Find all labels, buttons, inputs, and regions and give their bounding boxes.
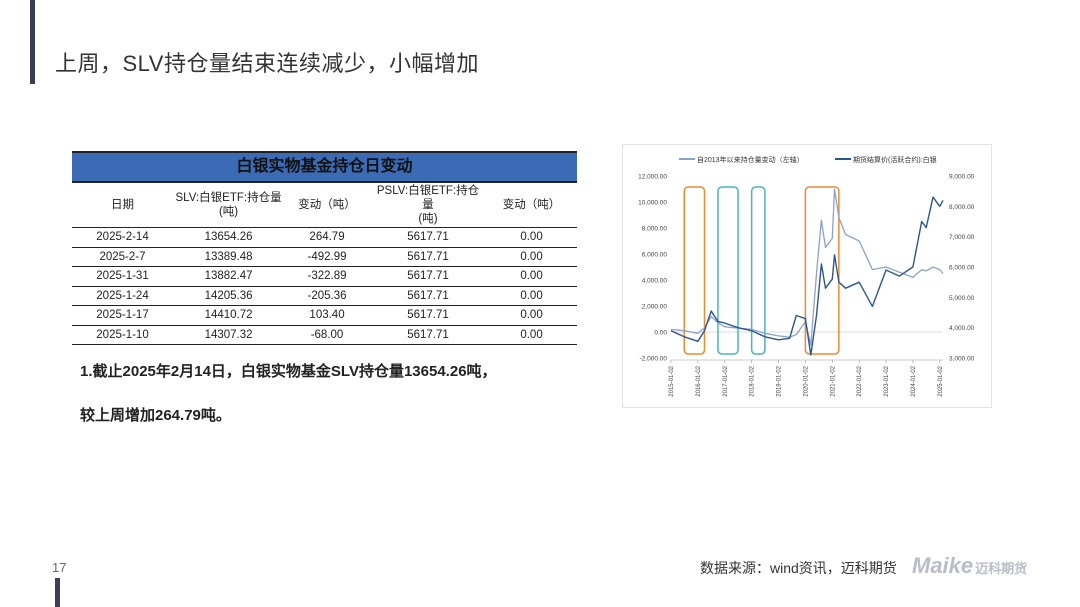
cell-slv-holding: 14205.36 <box>173 286 285 306</box>
holdings-price-chart: 自2013年以来持仓量变动（左轴） 期货结算价(活跃合约):白银 -2,000.… <box>622 144 992 408</box>
legend-label-price: 期货结算价(活跃合约):白银 <box>853 155 937 164</box>
logo-cn-name: 迈科期货 <box>975 561 1028 576</box>
cell-pslv-holding: 5617.71 <box>369 325 487 345</box>
cell-pslv-change: 0.00 <box>486 266 577 287</box>
cell-pslv-holding: 5617.71 <box>369 247 487 267</box>
y-left-tick-label: -2,000.00 <box>640 356 668 363</box>
y-left-tick-label: 6,000.00 <box>642 252 668 259</box>
x-tick-label: 2023-01-02 <box>884 365 890 396</box>
series-line-holdings <box>670 188 944 346</box>
cell-slv-change: 103.40 <box>284 305 370 326</box>
y-left-tick-label: 8,000.00 <box>642 226 668 233</box>
cell-date: 2025-1-17 <box>72 305 173 326</box>
cell-date: 2025-1-24 <box>72 286 173 306</box>
title-accent-bar <box>30 0 35 84</box>
cell-slv-holding: 14410.72 <box>173 305 285 326</box>
cell-slv-holding: 13389.48 <box>173 247 285 267</box>
x-tick-label: 2024-01-02 <box>911 365 917 396</box>
cell-slv-change: -205.36 <box>284 286 370 306</box>
cell-pslv-change: 0.00 <box>486 286 577 306</box>
x-tick-label: 2017-01-02 <box>723 365 729 396</box>
cell-pslv-holding: 5617.71 <box>369 266 487 287</box>
x-tick-label: 2021-01-02 <box>830 365 836 396</box>
footer-accent-bar <box>55 578 60 607</box>
chart-svg: 自2013年以来持仓量变动（左轴） 期货结算价(活跃合约):白银 -2,000.… <box>638 155 975 397</box>
highlight-box <box>750 186 766 355</box>
company-logo: Maike 迈科期货 <box>912 553 1027 579</box>
summary-line-1: 1.截止2025年2月14日，白银实物基金SLV持仓量13654.26吨， <box>80 363 497 380</box>
cell-pslv-change: 0.00 <box>486 227 577 248</box>
table-header-row: 日期 SLV:白银ETF:持仓量 (吨) 变动（吨） PSLV:白银ETF:持仓… <box>72 183 577 228</box>
table-row: 2025-2-7 13389.48 -492.99 5617.71 0.00 <box>72 247 577 267</box>
x-tick-label: 2018-01-02 <box>750 365 756 396</box>
series-line-price <box>670 196 944 356</box>
table-title: 白银实物基金持仓日变动 <box>72 151 577 183</box>
cell-slv-change: -492.99 <box>284 247 370 267</box>
cell-pslv-holding: 5617.71 <box>369 227 487 248</box>
highlight-box <box>683 186 706 355</box>
cell-pslv-change: 0.00 <box>486 325 577 345</box>
cell-pslv-change: 0.00 <box>486 247 577 267</box>
cell-slv-change: -322.89 <box>284 266 370 287</box>
cell-date: 2025-1-10 <box>72 325 173 345</box>
table-row: 2025-1-31 13882.47 -322.89 5617.71 0.00 <box>72 266 577 287</box>
highlight-box <box>717 186 739 355</box>
y-right-tick-label: 8,000.00 <box>949 204 975 211</box>
cell-date: 2025-2-7 <box>72 247 173 267</box>
header-pslv-holding: PSLV:白银ETF:持仓量 (吨) <box>369 183 487 228</box>
data-source: 数据来源：wind资讯，迈科期货 <box>700 560 897 576</box>
cell-pslv-change: 0.00 <box>486 305 577 326</box>
y-left-tick-label: 4,000.00 <box>642 278 668 285</box>
summary-line-2: 较上周增加264.79吨。 <box>80 407 231 424</box>
header-slv-holding: SLV:白银ETF:持仓量 (吨) <box>173 183 285 228</box>
cell-slv-holding: 14307.32 <box>173 325 285 345</box>
y-left-tick-label: 2,000.00 <box>642 304 668 311</box>
table-row: 2025-1-24 14205.36 -205.36 5617.71 0.00 <box>72 286 577 306</box>
table-row: 2025-1-10 14307.32 -68.00 5617.71 0.00 <box>72 325 577 345</box>
cell-pslv-holding: 5617.71 <box>369 286 487 306</box>
x-tick-label: 2025-01-02 <box>938 365 944 396</box>
y-right-tick-label: 3,000.00 <box>949 356 975 363</box>
holdings-data-table: 日期 SLV:白银ETF:持仓量 (吨) 变动（吨） PSLV:白银ETF:持仓… <box>72 183 577 345</box>
header-date: 日期 <box>72 183 173 228</box>
table-row: 2025-2-14 13654.26 264.79 5617.71 0.00 <box>72 227 577 248</box>
y-right-tick-label: 7,000.00 <box>949 234 975 241</box>
y-right-tick-label: 4,000.00 <box>949 325 975 332</box>
cell-slv-holding: 13654.26 <box>173 227 285 248</box>
y-right-tick-label: 6,000.00 <box>949 265 975 272</box>
cell-slv-change: -68.00 <box>284 325 370 345</box>
summary-text: 1.截止2025年2月14日，白银实物基金SLV持仓量13654.26吨， 较上… <box>80 360 497 425</box>
cell-date: 2025-2-14 <box>72 227 173 248</box>
cell-pslv-holding: 5617.71 <box>369 305 487 326</box>
y-left-tick-label: 0.00 <box>654 330 667 337</box>
cell-slv-change: 264.79 <box>284 227 370 248</box>
x-tick-label: 2015-01-02 <box>669 365 675 396</box>
header-slv-change: 变动（吨） <box>284 183 370 228</box>
page-number: 17 <box>52 560 67 575</box>
x-tick-label: 2022-01-02 <box>857 365 863 396</box>
legend-label-holdings: 自2013年以来持仓量变动（左轴） <box>697 155 804 164</box>
header-pslv-change: 变动（吨） <box>486 183 577 228</box>
y-left-tick-label: 10,000.00 <box>638 200 667 207</box>
y-right-tick-label: 9,000.00 <box>949 174 975 181</box>
cell-slv-holding: 13882.47 <box>173 266 285 287</box>
x-tick-label: 2016-01-02 <box>696 365 702 396</box>
x-tick-label: 2019-01-02 <box>777 365 783 396</box>
slide-title: 上周，SLV持仓量结束连续减少，小幅增加 <box>55 51 479 76</box>
y-right-tick-label: 5,000.00 <box>949 295 975 302</box>
chart-legend: 自2013年以来持仓量变动（左轴） 期货结算价(活跃合约):白银 <box>679 155 937 164</box>
x-tick-label: 2020-01-02 <box>803 365 809 396</box>
table-row: 2025-1-17 14410.72 103.40 5617.71 0.00 <box>72 305 577 326</box>
y-left-tick-label: 12,000.00 <box>638 174 667 181</box>
logo-wordmark: Maike <box>912 553 974 578</box>
cell-date: 2025-1-31 <box>72 266 173 287</box>
holdings-table: 白银实物基金持仓日变动 日期 SLV:白银ETF:持仓量 (吨) 变动（吨） P… <box>72 151 577 345</box>
